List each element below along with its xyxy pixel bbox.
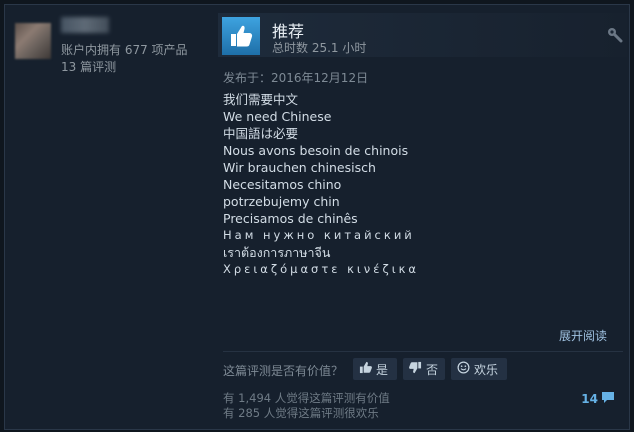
review-line: Precisamos de chinês bbox=[223, 211, 358, 226]
vote-no-button[interactable]: 否 bbox=[403, 358, 445, 380]
vote-funny-button[interactable]: 欢乐 bbox=[451, 358, 507, 380]
avatar[interactable] bbox=[15, 23, 51, 59]
thumbs-down-icon bbox=[409, 361, 422, 377]
review-line: Нам нужно китайский bbox=[223, 228, 415, 242]
divider bbox=[223, 351, 623, 352]
vote-funny-label: 欢乐 bbox=[474, 362, 499, 377]
review-line: Nous avons besoin de chinois bbox=[223, 143, 409, 158]
comments-link[interactable]: 14 bbox=[581, 391, 615, 407]
review-line: 我们需要中文 bbox=[223, 92, 299, 107]
author-name[interactable] bbox=[61, 17, 109, 33]
helpful-count: 有 1,494 人觉得这篇评测有价值 bbox=[223, 391, 390, 405]
review-line: Χρειαζόμαστε κινέζικα bbox=[223, 262, 419, 276]
review-line: Necesitamos chino bbox=[223, 177, 342, 192]
vote-header[interactable]: 推荐 总时数 25.1 小时 bbox=[218, 13, 627, 57]
wrench-icon[interactable] bbox=[607, 27, 623, 47]
review-line: We need Chinese bbox=[223, 109, 332, 124]
review-line: เราต้องการภาษาจีน bbox=[223, 245, 331, 260]
thumbs-up-icon bbox=[359, 361, 372, 377]
review-line: 中国語は必要 bbox=[223, 126, 299, 141]
review-line: potrzebujemy chin bbox=[223, 194, 340, 209]
vote-no-label: 否 bbox=[426, 362, 439, 377]
vote-yes-label: 是 bbox=[376, 362, 389, 377]
funny-count: 有 285 人觉得这篇评测很欢乐 bbox=[223, 406, 379, 420]
smiley-icon bbox=[457, 361, 470, 377]
comment-icon bbox=[601, 391, 615, 407]
playtime-hours: 总时数 25.1 小时 bbox=[272, 41, 367, 55]
posted-date: 发布于：2016年12月12日 bbox=[223, 71, 369, 85]
review-card: 账户内拥有 677 项产品 13 篇评测 推荐 总时数 25.1 小时 发布于：… bbox=[4, 4, 630, 430]
review-count[interactable]: 13 篇评测 bbox=[61, 58, 116, 75]
author-block: 账户内拥有 677 项产品 13 篇评测 bbox=[15, 13, 215, 83]
vote-yes-button[interactable]: 是 bbox=[353, 358, 397, 380]
review-line: Wir brauchen chinesisch bbox=[223, 160, 376, 175]
review-content: 我们需要中文 We need Chinese 中国語は必要 Nous avons… bbox=[223, 91, 613, 278]
games-owned[interactable]: 账户内拥有 677 项产品 bbox=[61, 41, 188, 58]
helpful-question: 这篇评测是否有价值？ bbox=[223, 364, 344, 378]
comment-count: 14 bbox=[581, 392, 598, 406]
thumbs-up-icon bbox=[222, 17, 260, 55]
expand-review-link[interactable]: 展开阅读 bbox=[559, 327, 607, 344]
